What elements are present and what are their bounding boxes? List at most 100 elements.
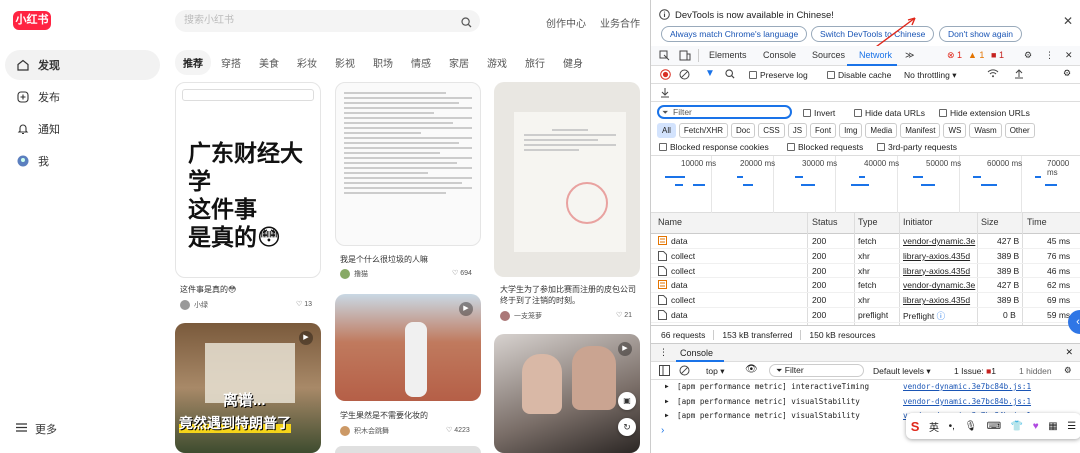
filter-icon[interactable]: ▼ <box>705 68 715 79</box>
column-header-type[interactable]: Type <box>858 217 878 227</box>
third-party-checkbox[interactable]: 3rd-party requests <box>877 142 957 152</box>
category-tab[interactable]: 美食 <box>251 50 287 75</box>
close-icon[interactable]: ✕ <box>1063 14 1073 28</box>
logo[interactable]: 小红书 <box>13 11 51 30</box>
punctuation-icon[interactable]: •, <box>949 421 955 432</box>
note-author[interactable]: 积木会跳舞 <box>340 426 389 436</box>
expand-triangle-icon[interactable]: ▶ <box>665 412 669 419</box>
table-row[interactable]: collect 200 xhr library-axios.435d 389 B… <box>651 293 1080 308</box>
sidebar-toggle-icon[interactable] <box>659 365 670 378</box>
dont-show-button[interactable]: Don't show again <box>939 26 1022 42</box>
category-tab[interactable]: 推荐 <box>175 50 211 75</box>
type-filter-wasm[interactable]: Wasm <box>969 123 1002 138</box>
nav-item-publish[interactable]: 发布 <box>5 82 160 112</box>
eye-icon[interactable]: 👁 <box>745 364 758 375</box>
heart-icon[interactable]: ♥ <box>1033 421 1039 432</box>
log-levels-select[interactable]: Default levels ▾ <box>873 366 931 377</box>
creator-center-link[interactable]: 创作中心 <box>546 15 586 30</box>
note-card-image[interactable] <box>335 82 481 246</box>
ime-language-toggle[interactable]: 英 <box>929 419 939 434</box>
table-row[interactable]: collect 200 xhr library-axios.435d 389 B… <box>651 264 1080 279</box>
type-filter-other[interactable]: Other <box>1004 123 1035 138</box>
import-har-icon[interactable] <box>1014 68 1024 81</box>
warning-badge[interactable]: ▲ 1 <box>968 50 984 60</box>
note-author[interactable]: 一支笼萝 <box>500 311 542 321</box>
type-filter-img[interactable]: Img <box>839 123 863 138</box>
console-settings-icon[interactable]: ⚙ <box>1064 365 1072 376</box>
category-tab[interactable]: 情感 <box>403 50 439 75</box>
note-title[interactable]: 大学生为了参加比赛而注册的皮包公司终于到了注销的时刻。 <box>500 284 638 306</box>
clear-console-icon[interactable] <box>679 365 690 378</box>
column-header-status[interactable]: Status <box>812 217 838 227</box>
type-filter-js[interactable]: JS <box>787 123 808 138</box>
expand-triangle-icon[interactable]: ▶ <box>665 398 669 405</box>
category-tab[interactable]: 彩妆 <box>289 50 325 75</box>
type-filter-doc[interactable]: Doc <box>731 123 756 138</box>
context-select[interactable]: top ▾ <box>706 366 724 377</box>
ime-menu-icon[interactable]: ☰ <box>1067 421 1076 432</box>
business-link[interactable]: 业务合作 <box>600 15 640 30</box>
clothes-skin-icon[interactable]: 👕 <box>1011 421 1023 432</box>
blocked-requests-checkbox[interactable]: Blocked requests <box>787 142 863 152</box>
preflight-link-icon[interactable]: ⓘ <box>937 311 946 321</box>
nav-item-notifications[interactable]: 通知 <box>5 114 160 144</box>
console-message[interactable]: ▶ [apm performance metric] interactiveTi… <box>651 381 1080 395</box>
console-filter-input[interactable]: ⏷ Filter <box>769 364 864 377</box>
nav-item-discover[interactable]: 发现 <box>5 50 160 80</box>
category-tab[interactable]: 职场 <box>365 50 401 75</box>
like-count[interactable]: ♡ 13 <box>296 300 312 308</box>
log-source-link[interactable]: vendor-dynamic.3e7bc84b.js:1 <box>903 397 1031 406</box>
note-card-video[interactable]: ▶ ▣ ↻ <box>494 334 640 453</box>
image-icon[interactable]: ▣ <box>618 392 636 410</box>
like-count[interactable]: ♡ 21 <box>616 311 632 319</box>
tab-network[interactable]: Network <box>859 50 892 60</box>
note-author[interactable]: 撸猫 <box>340 269 368 279</box>
issue-badge[interactable]: ■ 1 <box>991 50 1004 60</box>
search-icon[interactable] <box>725 69 735 81</box>
issues-link[interactable]: 1 Issue: ■1 <box>954 366 996 376</box>
blocked-cookies-checkbox[interactable]: Blocked response cookies <box>659 142 769 152</box>
column-header-size[interactable]: Size <box>981 217 999 227</box>
request-initiator[interactable]: vendor-dynamic.3e <box>903 236 977 246</box>
category-tab[interactable]: 穿搭 <box>213 50 249 75</box>
hide-data-urls-checkbox[interactable]: Hide data URLs <box>854 108 925 118</box>
gear-icon[interactable]: ⚙ <box>1024 50 1032 61</box>
device-toggle-icon[interactable] <box>679 50 691 63</box>
clear-icon[interactable] <box>679 69 690 82</box>
console-prompt-icon[interactable]: › <box>661 425 664 436</box>
expand-triangle-icon[interactable]: ▶ <box>665 383 669 390</box>
network-overview-timeline[interactable]: 10000 ms 20000 ms 30000 ms 40000 ms 5000… <box>651 155 1080 214</box>
column-header-initiator[interactable]: Initiator <box>903 217 933 227</box>
request-initiator[interactable]: library-axios.435d <box>903 251 977 261</box>
table-row[interactable]: data 200 fetch vendor-dynamic.3e 427 B 4… <box>651 234 1080 249</box>
more-menu[interactable]: 更多 <box>16 421 57 437</box>
hide-extension-urls-checkbox[interactable]: Hide extension URLs <box>939 108 1030 118</box>
note-author[interactable]: 小绿 <box>180 300 208 310</box>
type-filter-font[interactable]: Font <box>810 123 837 138</box>
table-row[interactable]: collect 200 xhr library-axios.435d 389 B… <box>651 249 1080 264</box>
drawer-tab-console[interactable]: Console <box>680 348 713 358</box>
note-title[interactable]: 这件事是真的😳 <box>180 284 320 295</box>
like-count[interactable]: ♡ 4223 <box>446 426 470 434</box>
type-filter-all[interactable]: All <box>657 123 676 138</box>
preserve-log-checkbox[interactable]: Preserve log <box>749 70 808 80</box>
tab-elements[interactable]: Elements <box>709 50 747 60</box>
nav-item-me[interactable]: 我 <box>5 146 160 176</box>
error-badge[interactable]: ⊗ 1 <box>947 50 962 61</box>
inspect-icon[interactable] <box>659 50 670 63</box>
invert-checkbox[interactable]: Invert <box>803 108 835 118</box>
request-initiator[interactable]: library-axios.435d <box>903 266 977 276</box>
like-count[interactable]: ♡ 694 <box>452 269 472 277</box>
match-language-button[interactable]: Always match Chrome's language <box>661 26 808 42</box>
category-tab[interactable]: 影视 <box>327 50 363 75</box>
type-filter-media[interactable]: Media <box>865 123 898 138</box>
filter-input[interactable]: ⏷ Filter <box>657 105 792 119</box>
search-input[interactable]: 搜索小红书 <box>175 10 480 32</box>
refresh-icon[interactable]: ↻ <box>618 418 636 436</box>
tab-sources[interactable]: Sources <box>812 50 845 60</box>
type-filter-css[interactable]: CSS <box>758 123 785 138</box>
disable-cache-checkbox[interactable]: Disable cache <box>827 70 891 80</box>
log-source-link[interactable]: vendor-dynamic.3e7bc84b.js:1 <box>903 382 1031 391</box>
category-tab[interactable]: 家居 <box>441 50 477 75</box>
column-header-name[interactable]: Name <box>658 217 682 227</box>
